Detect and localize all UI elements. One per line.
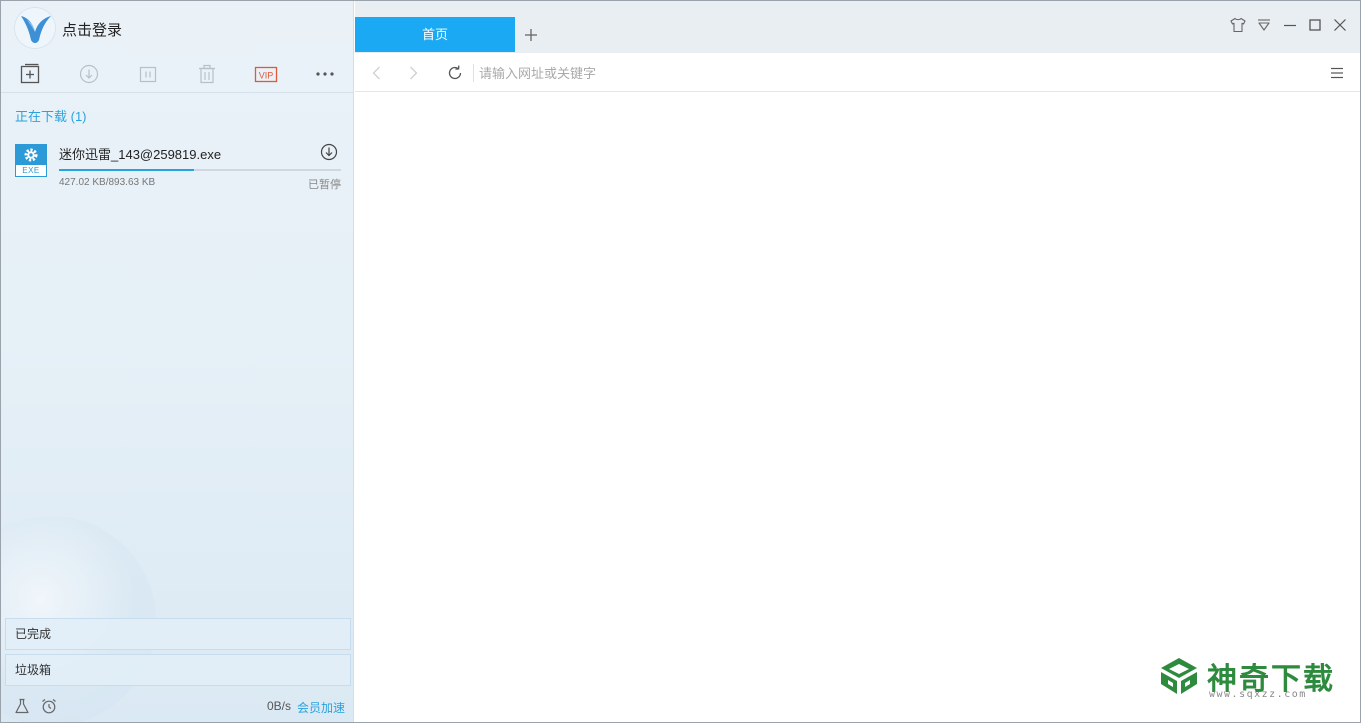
skin-button[interactable]: [1229, 16, 1247, 34]
task-file-name: 迷你迅雷_143@259819.exe: [59, 147, 222, 162]
vip-button[interactable]: VIP: [254, 62, 278, 86]
new-tab-button[interactable]: [521, 25, 541, 45]
chevron-right-icon: [410, 66, 418, 80]
tshirt-icon: [1230, 17, 1246, 33]
browser-menu-button[interactable]: [1328, 64, 1346, 82]
flask-icon: [15, 698, 29, 714]
lab-button[interactable]: [13, 697, 31, 715]
task-progress-fill: [59, 169, 194, 171]
watermark-logo-icon: [1161, 658, 1197, 694]
task-status: 已暂停: [308, 179, 341, 191]
refresh-icon: [448, 65, 462, 80]
pause-button[interactable]: [136, 62, 160, 86]
thunder-bird-logo-icon: [15, 8, 55, 48]
login-link[interactable]: 点击登录: [62, 19, 122, 40]
task-progress-bar: [59, 169, 341, 171]
more-icon: [316, 72, 334, 76]
download-toolbar: VIP: [1, 59, 353, 91]
nav-completed[interactable]: 已完成: [5, 618, 351, 650]
download-speed: 0B/s: [266, 699, 291, 713]
new-task-button[interactable]: [18, 62, 42, 86]
maximize-button[interactable]: [1306, 16, 1324, 34]
vip-icon: VIP: [254, 66, 278, 83]
resume-download-button[interactable]: [320, 143, 338, 161]
address-bar: [355, 53, 1360, 92]
toolbar-divider: [1, 92, 353, 93]
avatar[interactable]: [15, 8, 55, 48]
close-icon: [1334, 19, 1346, 31]
gear-icon: [24, 148, 38, 162]
delete-button[interactable]: [195, 62, 219, 86]
url-divider: [473, 64, 474, 82]
maximize-icon: [1309, 19, 1321, 31]
hamburger-menu-icon: [1331, 67, 1343, 79]
download-circle-icon: [320, 143, 338, 161]
download-task-row[interactable]: EXE 迷你迅雷_143@259819.exe 427.02 KB/893.63…: [1, 135, 353, 195]
tab-strip: 首页: [355, 1, 1360, 53]
minimize-icon: [1284, 24, 1296, 27]
app-window: 点击登录 VIP 正在下载 (1) EXE 迷你迅雷_143@259819.ex…: [0, 0, 1361, 723]
url-input[interactable]: [479, 61, 1299, 85]
start-download-icon: [79, 64, 99, 84]
file-type-label: EXE: [16, 165, 46, 176]
vip-accelerate-link[interactable]: 会员加速: [297, 699, 345, 716]
back-button[interactable]: [367, 63, 387, 83]
dropdown-menu-button[interactable]: [1255, 16, 1273, 34]
chevron-down-icon: [1258, 19, 1270, 31]
chevron-left-icon: [372, 66, 380, 80]
plus-icon: [525, 29, 537, 41]
downloading-section-title[interactable]: 正在下载 (1): [15, 106, 87, 125]
delete-icon: [199, 64, 215, 84]
watermark: 神奇下载 www.sqxzz.com: [1159, 654, 1349, 700]
scheduler-button[interactable]: [40, 697, 58, 715]
pause-icon: [139, 66, 157, 83]
exe-file-icon: EXE: [15, 144, 47, 177]
tab-home[interactable]: 首页: [355, 17, 515, 52]
alarm-clock-icon: [42, 699, 56, 714]
minimize-button[interactable]: [1281, 16, 1299, 34]
forward-button[interactable]: [403, 63, 423, 83]
more-button[interactable]: [313, 62, 337, 86]
browser-panel: 首页 请输入网址或关键字 神奇下载 www.sqxzz.com: [355, 1, 1360, 722]
vip-label: VIP: [259, 71, 274, 81]
browser-content-area[interactable]: [355, 93, 1360, 722]
start-download-button[interactable]: [77, 62, 101, 86]
close-button[interactable]: [1331, 16, 1349, 34]
task-size: 427.02 KB/893.63 KB: [59, 177, 156, 188]
watermark-url: www.sqxzz.com: [1209, 689, 1307, 700]
download-panel: 点击登录 VIP 正在下载 (1) EXE 迷你迅雷_143@259819.ex…: [1, 1, 354, 722]
status-bar: 0B/s 会员加速: [1, 690, 353, 722]
new-task-icon: [20, 63, 40, 84]
nav-trash[interactable]: 垃圾箱: [5, 654, 351, 686]
refresh-button[interactable]: [445, 63, 465, 83]
